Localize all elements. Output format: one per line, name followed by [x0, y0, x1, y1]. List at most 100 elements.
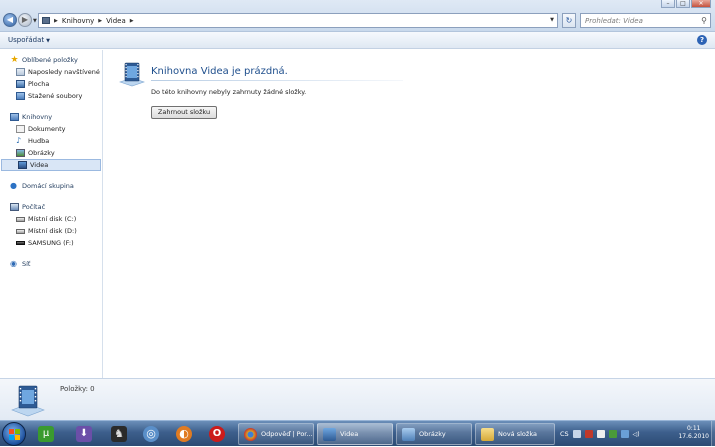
task-label: Videa	[340, 430, 359, 438]
library-folder-icon	[42, 17, 50, 24]
nav-item-label: Místní disk (D:)	[28, 227, 77, 235]
taskbar: µ ⬇ ♞ ◎ ◐ O Odpověď | Por... Videa Obráz…	[0, 420, 715, 447]
security-icon[interactable]	[584, 430, 593, 438]
search-placeholder: Prohledat: Videa	[585, 16, 643, 25]
help-button[interactable]: ?	[697, 35, 707, 45]
desktop-icon	[16, 80, 25, 88]
nav-favorites[interactable]: ★ Oblíbené položky	[0, 54, 102, 66]
breadcrumb-knihovny[interactable]: Knihovny	[62, 17, 94, 25]
empty-library-heading: Knihovna Videa je prázdná.	[151, 66, 288, 77]
nav-item-music[interactable]: ♪ Hudba	[0, 135, 102, 147]
clock[interactable]: 0:11 17.6.2010	[678, 425, 709, 441]
nav-item-drive-f[interactable]: SAMSUNG (F:)	[0, 237, 102, 249]
video-library-icon	[11, 385, 45, 417]
recent-pages-dropdown[interactable]: ▼	[33, 18, 37, 24]
pictures-icon	[402, 427, 415, 441]
drive-icon	[16, 228, 25, 234]
forward-button[interactable]: ▶	[18, 13, 32, 27]
close-button[interactable]: ✕	[691, 0, 711, 8]
nav-network-label: Síť	[22, 260, 31, 268]
videos-icon	[323, 427, 336, 441]
search-input[interactable]: Prohledat: Videa ⚲	[580, 13, 711, 28]
refresh-button[interactable]: ↻	[562, 13, 576, 28]
nav-computer-label: Počítač	[22, 203, 46, 211]
nav-item-drive-d[interactable]: Místní disk (D:)	[0, 225, 102, 237]
pinned-firefox[interactable]: ◐	[172, 424, 196, 444]
nav-item-videos[interactable]: Videa	[1, 159, 101, 171]
nav-item-pictures[interactable]: Obrázky	[0, 147, 102, 159]
folder-icon	[481, 427, 494, 441]
nav-item-label: Dokumenty	[28, 125, 66, 133]
nav-homegroup[interactable]: ● Domácí skupina	[0, 180, 102, 192]
flag-icon[interactable]	[596, 430, 605, 438]
nav-homegroup-label: Domácí skupina	[22, 182, 74, 190]
address-bar[interactable]: ▶ Knihovny ▶ Videa ▶ ▼	[38, 13, 558, 28]
command-bar: Uspořádat ▼	[0, 32, 715, 49]
search-icon[interactable]: ⚲	[701, 16, 707, 25]
nav-item-label: Hudba	[28, 137, 50, 145]
task-obrazky[interactable]: Obrázky	[396, 423, 472, 445]
usb-drive-icon	[16, 241, 25, 245]
recent-places-icon	[16, 68, 25, 76]
nav-item-label: Naposledy navštívené	[28, 68, 100, 76]
breadcrumb-videa[interactable]: Videa	[106, 17, 126, 25]
network-status-icon[interactable]	[620, 430, 629, 438]
nav-item-desktop[interactable]: Plocha	[0, 78, 102, 90]
details-pane: Položky: 0	[0, 378, 715, 420]
show-desktop-button[interactable]	[711, 421, 715, 447]
opera-icon: O	[209, 426, 225, 442]
pinned-game[interactable]: ♞	[107, 424, 131, 444]
nav-favorites-label: Oblíbené položky	[22, 56, 78, 64]
video-library-icon	[119, 62, 145, 87]
keyboard-icon[interactable]	[572, 430, 581, 438]
maximize-button[interactable]: □	[676, 0, 690, 8]
heading-divider	[151, 80, 403, 81]
library-content-pane: Knihovna Videa je prázdná. Do této kniho…	[104, 50, 715, 378]
star-icon: ★	[10, 55, 19, 65]
language-indicator[interactable]: CS	[560, 430, 569, 438]
volume-icon[interactable]: ◁)	[633, 431, 640, 438]
homegroup-icon: ●	[10, 181, 17, 190]
utorrent-icon: µ	[38, 426, 54, 442]
task-videa[interactable]: Videa	[317, 423, 393, 445]
breadcrumb-separator-icon[interactable]: ▶	[54, 18, 58, 24]
nav-libraries[interactable]: Knihovny	[0, 111, 102, 123]
back-button[interactable]: ◀	[3, 13, 17, 27]
breadcrumb-separator-icon[interactable]: ▶	[98, 18, 102, 24]
nav-item-drive-c[interactable]: Místní disk (C:)	[0, 213, 102, 225]
explorer-window: – □ ✕ ◀ ▶ ▼ ▶ Knihovny ▶ Videa ▶ ▼ ↻ Pro…	[0, 0, 715, 420]
chrome-icon	[244, 427, 257, 441]
pinned-itunes[interactable]: ◎	[139, 424, 163, 444]
organize-menu-button[interactable]: Uspořádat ▼	[8, 36, 50, 44]
task-label: Obrázky	[419, 430, 446, 438]
nav-item-label: Stažené soubory	[28, 92, 83, 100]
tray-app-icon[interactable]	[608, 430, 617, 438]
minimize-button[interactable]: –	[661, 0, 675, 8]
empty-library-description: Do této knihovny nebyly zahrnuty žádné s…	[151, 88, 307, 96]
item-count: Položky: 0	[60, 385, 95, 393]
nav-network[interactable]: ◉ Síť	[0, 258, 102, 270]
pinned-antivirus[interactable]: ⬇	[72, 424, 96, 444]
videos-icon	[18, 161, 27, 169]
address-history-dropdown[interactable]: ▼	[550, 17, 554, 23]
antivirus-icon: ⬇	[76, 426, 92, 442]
computer-icon	[10, 203, 19, 211]
nav-item-downloads[interactable]: Stažené soubory	[0, 90, 102, 102]
documents-icon	[16, 125, 25, 133]
nav-item-label: Místní disk (C:)	[28, 215, 77, 223]
breadcrumb-separator-icon[interactable]: ▶	[130, 18, 134, 24]
task-nova-slozka[interactable]: Nová složka	[475, 423, 555, 445]
nav-item-label: SAMSUNG (F:)	[28, 239, 74, 247]
start-button[interactable]	[2, 422, 26, 446]
nav-item-documents[interactable]: Dokumenty	[0, 123, 102, 135]
include-folder-button[interactable]: Zahrnout složku	[151, 106, 217, 119]
nav-item-recent-places[interactable]: Naposledy navštívené	[0, 66, 102, 78]
pinned-utorrent[interactable]: µ	[34, 424, 58, 444]
pinned-opera[interactable]: O	[205, 424, 229, 444]
task-chrome[interactable]: Odpověď | Por...	[238, 423, 314, 445]
clock-time: 0:11	[686, 425, 701, 432]
navigation-pane: ★ Oblíbené položky Naposledy navštívené …	[0, 50, 103, 378]
nav-computer[interactable]: Počítač	[0, 201, 102, 213]
windows-logo-icon	[9, 429, 20, 440]
game-icon: ♞	[111, 426, 127, 442]
